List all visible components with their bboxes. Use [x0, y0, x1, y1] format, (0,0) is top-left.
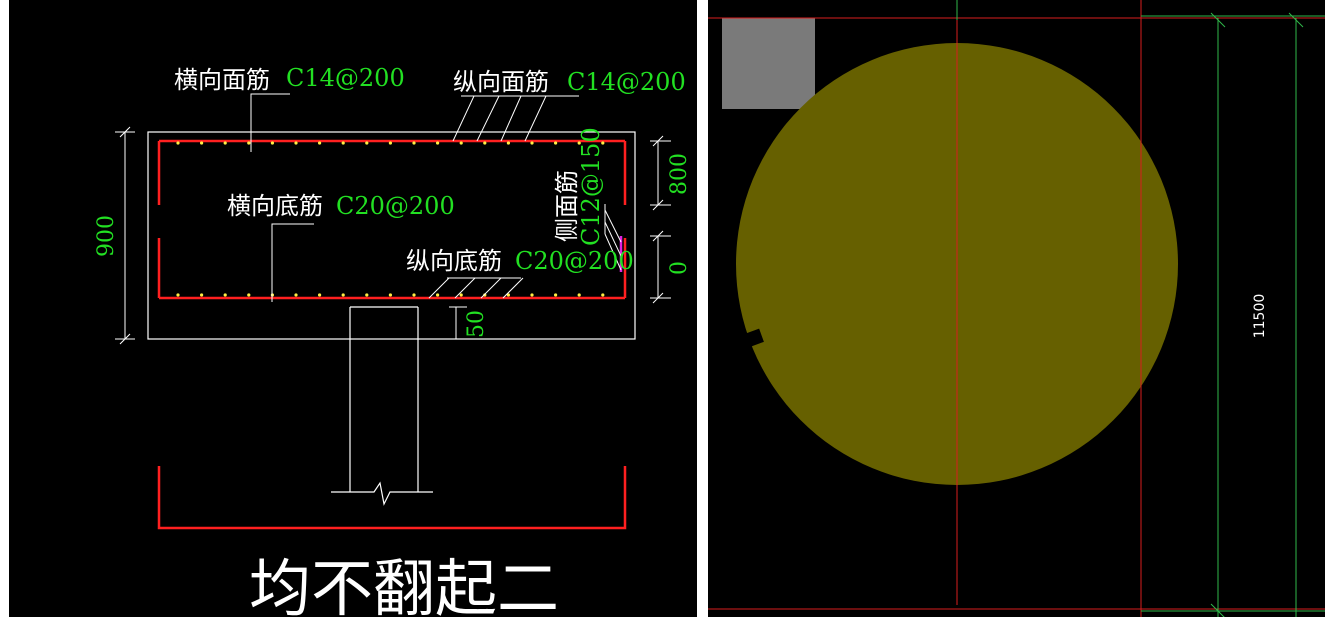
top-rebar-dot	[223, 141, 227, 145]
top-rebar-dot	[554, 141, 558, 145]
top-rebar-dot	[412, 141, 416, 145]
top-transverse-spec: C14@200	[286, 64, 405, 92]
gray-block	[722, 18, 815, 109]
dim-50-text: 50	[464, 310, 489, 338]
top-longitudinal-label: 纵向面筋	[453, 68, 549, 96]
plan-view-panel: 11500	[708, 0, 1325, 617]
bottom-longitudinal-label: 纵向底筋	[406, 247, 502, 275]
dim-0-text: 0	[667, 261, 692, 275]
bottom-rebar-dot	[247, 293, 251, 297]
top-rebar-dot	[483, 141, 487, 145]
top-rebar-dot	[200, 141, 204, 145]
bottom-transverse-label: 横向底筋	[227, 192, 323, 220]
bottom-rebar-dot	[412, 293, 416, 297]
side-rebar-spec: C12@150	[577, 127, 605, 246]
bottom-rebar-dot	[459, 293, 463, 297]
bottom-rebar-dot	[577, 293, 581, 297]
plan-view: 11500	[708, 0, 1325, 617]
dim-11500-text: 11500	[1252, 294, 1268, 339]
top-rebar-dot	[388, 141, 392, 145]
top-transverse-label: 横向面筋	[174, 66, 270, 94]
bottom-rebar-dot	[601, 293, 605, 297]
top-rebar-dot	[341, 141, 345, 145]
bottom-rebar-dot	[341, 293, 345, 297]
bottom-rebar-dot	[318, 293, 322, 297]
top-rebar-dot	[294, 141, 298, 145]
pile	[331, 306, 433, 506]
bottom-rebar-dot	[176, 293, 180, 297]
bottom-rebar-dot	[436, 293, 440, 297]
top-rebar-dot	[270, 141, 274, 145]
bottom-rebar-dot	[365, 293, 369, 297]
top-rebar-dot	[506, 141, 510, 145]
top-rebar-dot	[530, 141, 534, 145]
top-rebar-dot	[176, 141, 180, 145]
top-rebar-dot	[247, 141, 251, 145]
bottom-rebar-dot	[294, 293, 298, 297]
top-longitudinal-spec: C14@200	[567, 68, 686, 96]
lower-rebar-bracket	[157, 466, 627, 530]
bottom-longitudinal-spec: C20@200	[515, 247, 634, 275]
bottom-rebar-dot	[223, 293, 227, 297]
section-drawing: 900 800 0 50 横向面筋 C14@200 纵向面筋 C14@200 横…	[94, 64, 692, 617]
dim-800-text: 800	[667, 153, 692, 195]
bottom-rebar-dot	[554, 293, 558, 297]
bottom-rebar-dots	[176, 293, 605, 297]
caption: 均不翻起二	[249, 552, 559, 617]
top-rebar-dot	[365, 141, 369, 145]
top-rebar-dot	[318, 141, 322, 145]
section-drawing-panel: 900 800 0 50 横向面筋 C14@200 纵向面筋 C14@200 横…	[9, 0, 697, 617]
bottom-rebar-dot	[200, 293, 204, 297]
top-rebar-dot	[436, 141, 440, 145]
bottom-rebar-dot	[530, 293, 534, 297]
bottom-rebar-dot	[388, 293, 392, 297]
top-rebar-dot	[459, 141, 463, 145]
dim-900-text: 900	[94, 215, 119, 257]
bottom-transverse-spec: C20@200	[336, 192, 455, 220]
